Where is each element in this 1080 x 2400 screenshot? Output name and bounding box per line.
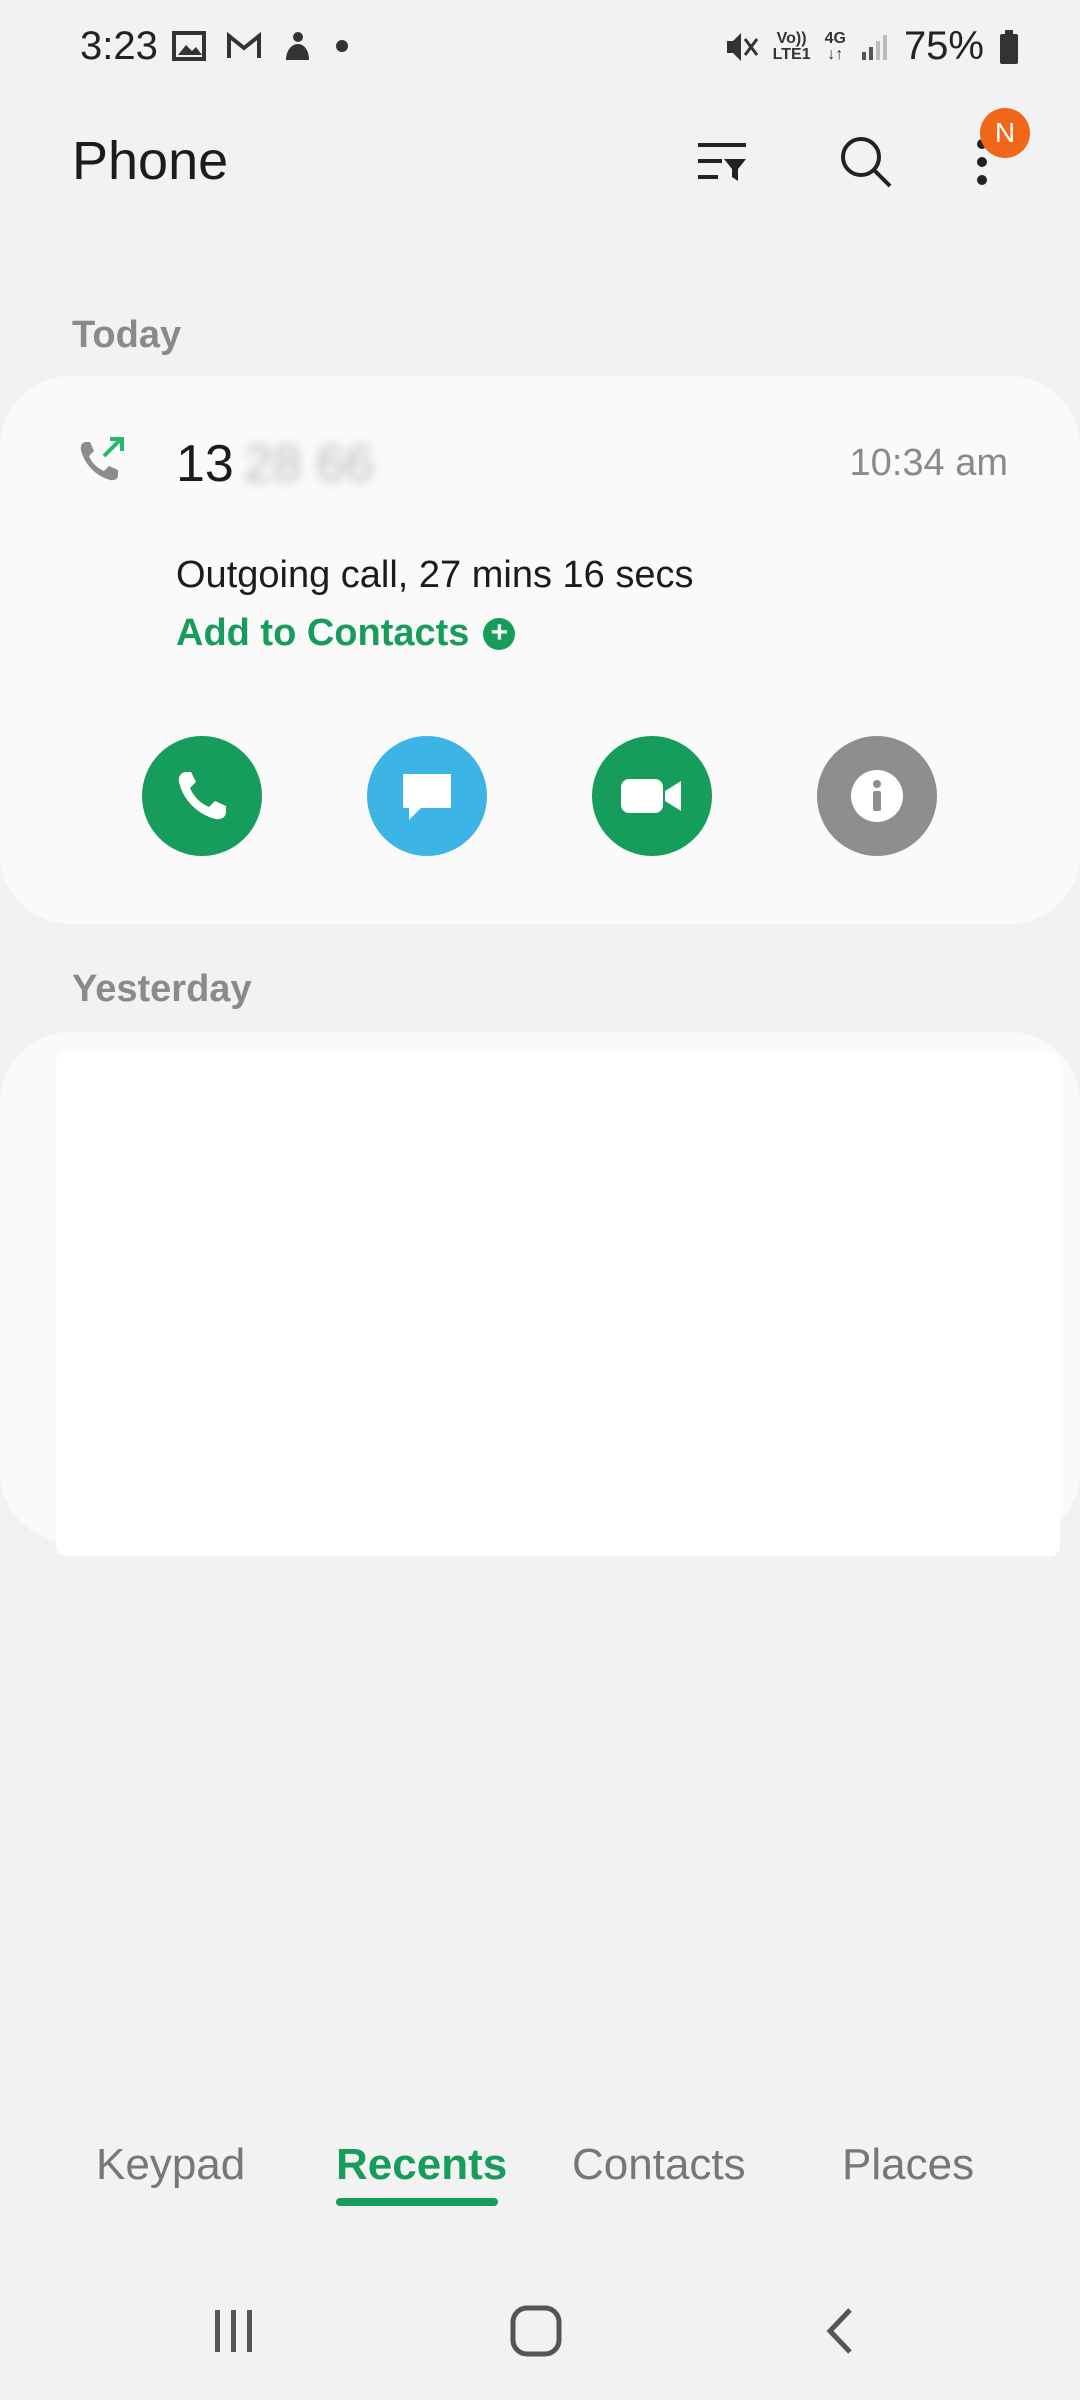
network-type-indicator: 4G ↓↑: [824, 29, 846, 63]
gmail-icon: [227, 32, 261, 58]
battery-percent: 75%: [903, 24, 984, 68]
tab-places[interactable]: Places: [842, 2140, 974, 2190]
search-icon: [841, 137, 892, 188]
active-tab-indicator: [336, 2198, 498, 2206]
status-time: 3:23: [80, 24, 158, 68]
battery-icon: [1000, 29, 1018, 64]
info-icon: [851, 770, 903, 822]
tab-contacts[interactable]: Contacts: [572, 2140, 746, 2190]
filter-button[interactable]: [682, 122, 762, 202]
add-circle-icon: +: [483, 617, 516, 650]
volte-indicator: Vo)) LTE1: [772, 29, 811, 63]
add-to-contacts-label: Add to Contacts: [176, 612, 470, 654]
phone-icon: [178, 772, 226, 820]
notification-app-icon: [286, 32, 309, 60]
tab-recents[interactable]: Recents: [336, 2140, 507, 2190]
back-chevron-icon: [826, 2308, 852, 2354]
video-camera-icon: [621, 779, 681, 813]
volte-top: Vo)): [776, 29, 807, 47]
volte-bottom: LTE1: [772, 45, 811, 63]
home-button[interactable]: [496, 2296, 576, 2366]
notification-badge: N: [980, 108, 1030, 158]
section-header-today: Today: [72, 314, 182, 356]
data-arrows-icon: ↓↑: [827, 45, 844, 63]
call-time: 10:34 am: [849, 442, 1008, 484]
call-button[interactable]: [142, 736, 262, 856]
call-number-obscured: 28 66: [243, 435, 374, 493]
tab-keypad[interactable]: Keypad: [96, 2140, 245, 2190]
outgoing-call-icon: [80, 437, 124, 481]
network-type: 4G: [824, 29, 846, 47]
call-number-visible: 13: [176, 435, 234, 493]
video-call-button[interactable]: [592, 736, 712, 856]
details-button[interactable]: [817, 736, 937, 856]
status-icons-left: [172, 30, 352, 62]
dot-icon: [336, 40, 348, 52]
add-to-contacts-link[interactable]: Add to Contacts +: [176, 612, 516, 655]
signal-icon: [861, 34, 887, 60]
filter-icon: [698, 143, 746, 181]
back-button[interactable]: [800, 2296, 880, 2366]
call-description: Outgoing call, 27 mins 16 secs: [176, 554, 694, 596]
search-button[interactable]: [826, 122, 906, 202]
status-icons-right: Vo)) LTE1 4G ↓↑ 75%: [723, 24, 1020, 69]
home-icon: [510, 2305, 562, 2357]
mute-icon: [726, 32, 758, 61]
message-icon: [403, 774, 451, 820]
message-button[interactable]: [367, 736, 487, 856]
recent-apps-icon: [215, 2310, 252, 2352]
gallery-icon: [172, 31, 206, 61]
yesterday-content-placeholder: [56, 1052, 1060, 1556]
recent-apps-button[interactable]: [194, 2296, 274, 2366]
section-header-yesterday: Yesterday: [72, 968, 252, 1010]
call-number: 13 28 66: [176, 434, 374, 494]
app-title: Phone: [72, 131, 229, 191]
